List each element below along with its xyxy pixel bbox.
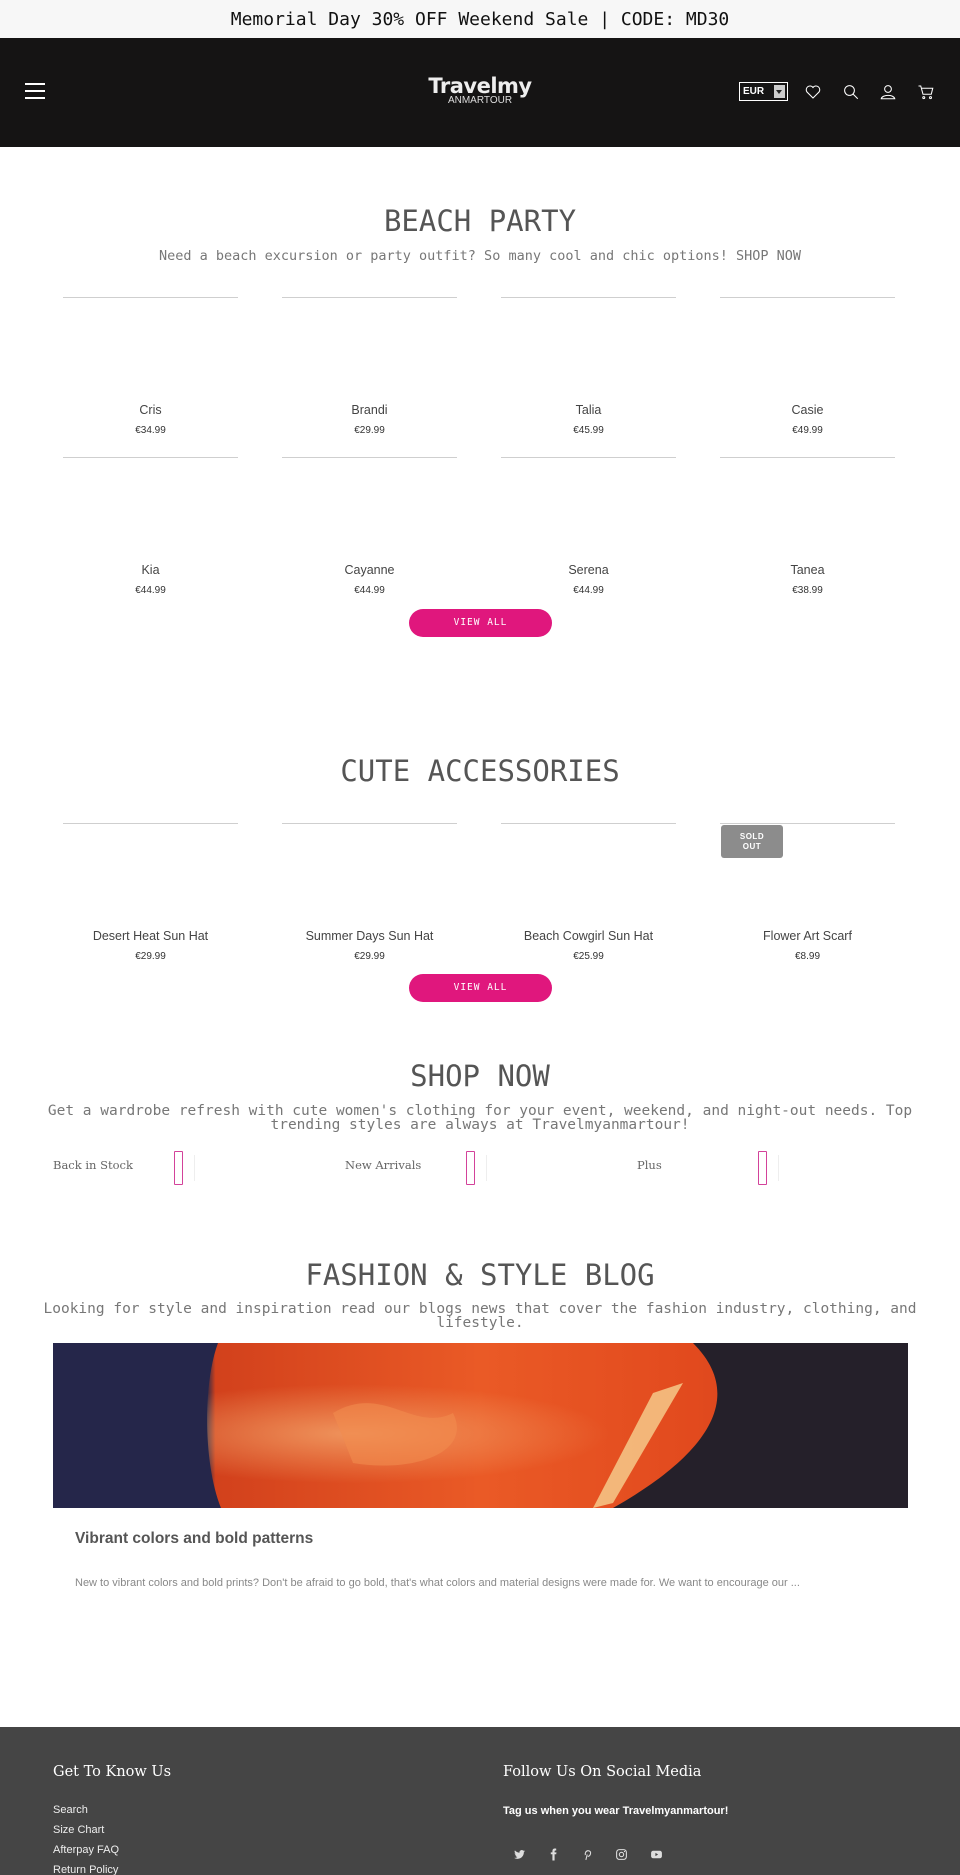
beach-party-subtitle[interactable]: Need a beach excursion or party outfit? … — [0, 249, 960, 263]
blog-post-excerpt: New to vibrant colors and bold prints? D… — [75, 1577, 800, 1589]
product-name[interactable]: Kia — [63, 563, 238, 577]
announcement-text: Memorial Day 30% OFF Weekend Sale | CODE… — [230, 8, 730, 30]
shop-link-label[interactable]: Plus — [637, 1158, 662, 1172]
facebook-icon[interactable] — [545, 1846, 561, 1862]
shop-now-subtitle-1: Get a wardrobe refresh with cute women's… — [47, 1103, 913, 1119]
sold-out-badge: SOLD OUT — [721, 825, 783, 858]
shop-link-image[interactable] — [466, 1151, 475, 1185]
footer-link[interactable]: Size Chart — [53, 1824, 104, 1836]
view-all-button[interactable]: VIEW ALL — [409, 974, 552, 1002]
product-card[interactable]: Brandi €29.99 — [282, 297, 457, 436]
product-price: €49.99 — [792, 425, 823, 436]
product-divider — [63, 823, 238, 824]
footer-col1-title: Get To Know Us — [53, 1764, 172, 1780]
footer-tagline: Tag us when you wear Travelmyanmartour! — [503, 1805, 729, 1817]
product-divider — [63, 297, 238, 298]
product-divider — [720, 457, 895, 458]
announcement-bar: Memorial Day 30% OFF Weekend Sale | CODE… — [0, 0, 960, 38]
footer-link[interactable]: Return Policy — [53, 1864, 118, 1875]
sold-out-line2: OUT — [742, 842, 762, 851]
youtube-icon[interactable] — [648, 1846, 664, 1862]
pinterest-icon[interactable] — [579, 1846, 595, 1862]
product-divider — [720, 823, 895, 824]
site-footer: Get To Know Us Search Size Chart Afterpa… — [0, 1727, 960, 1875]
product-divider — [282, 823, 457, 824]
product-price: €29.99 — [354, 425, 385, 436]
product-card[interactable]: Casie €49.99 — [720, 297, 895, 436]
blog-title: FASHION & STYLE BLOG — [305, 1258, 655, 1292]
product-card[interactable]: Talia €45.99 — [501, 297, 676, 436]
product-name[interactable]: Summer Days Sun Hat — [282, 929, 457, 943]
product-price: €38.99 — [792, 585, 823, 596]
shop-link-image[interactable] — [758, 1151, 767, 1185]
product-card[interactable]: Tanea €38.99 — [720, 457, 895, 596]
product-divider — [63, 457, 238, 458]
product-divider — [501, 297, 676, 298]
shop-link-back-in-stock[interactable]: Back in Stock — [53, 1149, 303, 1186]
product-name[interactable]: Brandi — [282, 403, 457, 417]
shop-link-image[interactable] — [174, 1151, 183, 1185]
shop-link-label[interactable]: Back in Stock — [53, 1158, 133, 1172]
product-card[interactable]: Kia €44.99 — [63, 457, 238, 596]
product-card[interactable]: Beach Cowgirl Sun Hat €25.99 — [501, 823, 676, 962]
product-price: €25.99 — [573, 951, 604, 962]
product-name[interactable]: Tanea — [720, 563, 895, 577]
chevron-down-icon — [774, 85, 785, 98]
view-all-button[interactable]: VIEW ALL — [409, 609, 552, 637]
product-card[interactable]: Desert Heat Sun Hat €29.99 — [63, 823, 238, 962]
product-price: €44.99 — [354, 585, 385, 596]
divider — [194, 1155, 195, 1181]
footer-link[interactable]: Search — [53, 1804, 88, 1816]
product-name[interactable]: Desert Heat Sun Hat — [63, 929, 238, 943]
product-name[interactable]: Cris — [63, 403, 238, 417]
currency-select[interactable]: EUR — [739, 82, 788, 101]
site-header: Travelmy ANMARTOUR EUR — [0, 38, 960, 147]
sold-out-line1: SOLD — [739, 832, 765, 841]
shop-link-label[interactable]: New Arrivals — [345, 1158, 421, 1172]
twitter-icon[interactable] — [511, 1846, 527, 1862]
divider — [778, 1155, 779, 1181]
product-divider — [720, 297, 895, 298]
product-price: €44.99 — [573, 585, 604, 596]
heart-icon[interactable] — [804, 83, 822, 101]
product-price: €44.99 — [135, 585, 166, 596]
cart-icon[interactable] — [917, 83, 935, 101]
user-icon[interactable] — [879, 83, 897, 101]
footer-col2-title: Follow Us On Social Media — [503, 1764, 702, 1780]
product-name[interactable]: Cayanne — [282, 563, 457, 577]
shop-link-plus[interactable]: Plus — [637, 1149, 887, 1186]
instagram-icon[interactable] — [613, 1846, 629, 1862]
product-card[interactable]: Cris €34.99 — [63, 297, 238, 436]
product-name[interactable]: Casie — [720, 403, 895, 417]
shop-now-subtitle-2: trending styles are always at Travelmyan… — [270, 1117, 690, 1133]
product-divider — [501, 823, 676, 824]
blog-post-title[interactable]: Vibrant colors and bold patterns — [75, 1530, 313, 1548]
product-price: €29.99 — [354, 951, 385, 962]
product-card[interactable]: Serena €44.99 — [501, 457, 676, 596]
product-divider — [282, 457, 457, 458]
product-name[interactable]: Flower Art Scarf — [720, 929, 895, 943]
product-price: €29.99 — [135, 951, 166, 962]
beach-party-title: BEACH PARTY — [383, 204, 577, 238]
search-icon[interactable] — [842, 83, 860, 101]
product-price: €45.99 — [573, 425, 604, 436]
shop-now-title: SHOP NOW — [410, 1059, 550, 1093]
product-price: €34.99 — [135, 425, 166, 436]
currency-value: EUR — [743, 86, 765, 97]
divider — [486, 1155, 487, 1181]
product-card[interactable]: Summer Days Sun Hat €29.99 — [282, 823, 457, 962]
product-price: €8.99 — [794, 951, 821, 962]
product-name[interactable]: Talia — [501, 403, 676, 417]
footer-link[interactable]: Afterpay FAQ — [53, 1844, 119, 1856]
accessories-title: CUTE ACCESSORIES — [340, 754, 620, 788]
product-divider — [501, 457, 676, 458]
blog-subtitle: Looking for style and inspiration read o… — [43, 1301, 917, 1331]
product-divider — [282, 297, 457, 298]
blog-post-image[interactable] — [53, 1343, 908, 1508]
shop-link-new-arrivals[interactable]: New Arrivals — [345, 1149, 595, 1186]
product-card[interactable]: Cayanne €44.99 — [282, 457, 457, 596]
product-name[interactable]: Beach Cowgirl Sun Hat — [501, 929, 676, 943]
product-name[interactable]: Serena — [501, 563, 676, 577]
